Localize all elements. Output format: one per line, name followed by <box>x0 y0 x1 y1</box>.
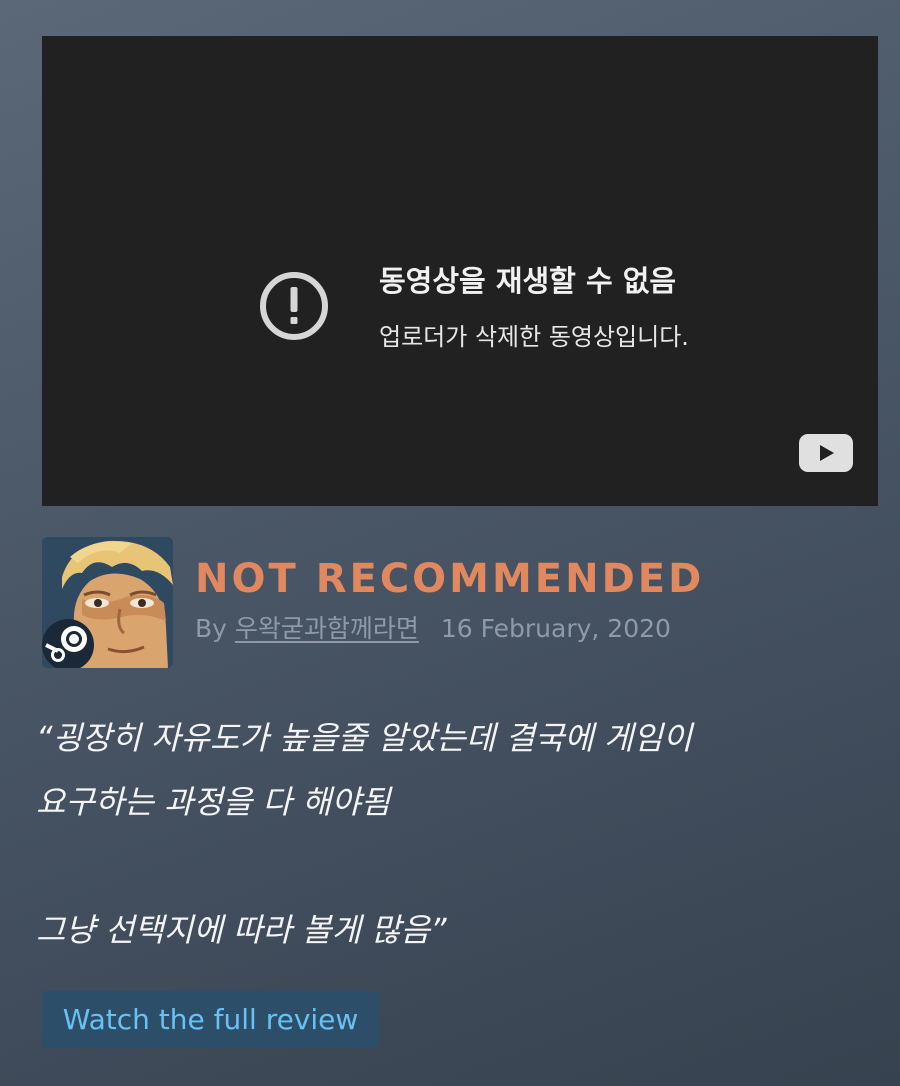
youtube-logo-icon[interactable] <box>799 434 853 472</box>
review-quote: “굉장히 자유도가 높을줄 알았는데 결국에 게임이 요구하는 과정을 다 해야… <box>36 719 693 949</box>
avatar-image <box>42 537 173 668</box>
video-error-title: 동영상을 재생할 수 없음 <box>379 264 677 298</box>
by-label: By <box>195 614 227 643</box>
review-byline: By 우왁굳과함께라면 16 February, 2020 <box>195 609 671 645</box>
watch-full-review-button[interactable]: Watch the full review <box>42 991 379 1048</box>
video-error-message: 업로더가 삭제한 동영상입니다. <box>379 323 689 351</box>
author-link[interactable]: 우왁굳과함께라면 <box>235 614 419 643</box>
avatar[interactable] <box>42 537 173 668</box>
video-player[interactable]: 동영상을 재생할 수 없음 업로더가 삭제한 동영상입니다. <box>42 36 878 506</box>
alert-circle-icon <box>260 272 328 340</box>
review-verdict: NOT RECOMMENDED <box>195 556 705 602</box>
review-date: 16 February, 2020 <box>440 614 671 643</box>
